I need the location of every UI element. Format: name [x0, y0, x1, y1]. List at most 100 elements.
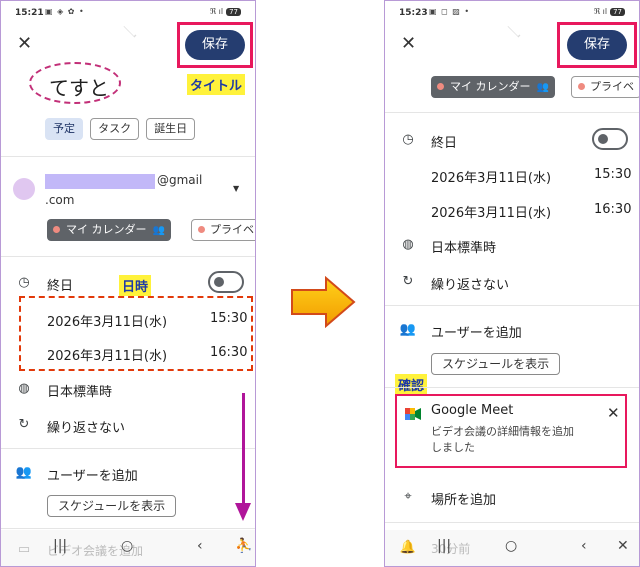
people-icon: 👥: [536, 82, 549, 93]
accessibility-icon[interactable]: ⛹: [235, 538, 252, 554]
people-icon: 👥: [152, 225, 165, 236]
chip-birthday[interactable]: 誕生日: [146, 118, 196, 140]
end-time[interactable]: 16:30: [210, 345, 247, 360]
nav-bar: ▭ ビデオ会議を追加 ||| ○ ‹ ⛹: [1, 530, 255, 566]
people-icon: 👥: [15, 465, 33, 480]
home-icon[interactable]: ○: [121, 538, 133, 554]
repeat-icon: ↻: [18, 417, 30, 432]
repeat-setting[interactable]: 繰り返さない: [47, 417, 125, 436]
end-time[interactable]: 16:30: [594, 202, 631, 217]
status-right: ℜ ıl 77: [210, 7, 241, 16]
start-time[interactable]: 15:30: [210, 311, 247, 326]
end-date[interactable]: 2026年3月11日(水): [47, 345, 167, 364]
all-day-toggle[interactable]: [208, 271, 244, 293]
bell-icon: 🔔: [399, 540, 417, 555]
divider: [1, 256, 255, 257]
start-time[interactable]: 15:30: [594, 167, 631, 182]
divider: [385, 522, 639, 523]
divider: [1, 448, 255, 449]
back-icon[interactable]: ‹: [581, 538, 587, 554]
after-screen: 15:23 ▣ ◻ ▨ • ℜ ıl 77 ✕ 保存 マイ カレンダー 👥 プライベ…: [384, 0, 640, 567]
show-schedule-button[interactable]: スケジュールを表示: [47, 495, 177, 517]
timezone[interactable]: 日本標準時: [47, 381, 112, 400]
signal-icon: ℜ ıl: [593, 7, 608, 16]
divider: [385, 112, 639, 113]
chip-task[interactable]: タスク: [90, 118, 140, 140]
toggle-knob: [214, 277, 224, 287]
transition-arrow: [291, 276, 356, 328]
all-day-toggle[interactable]: [592, 128, 628, 150]
location-icon: ⌖: [404, 489, 412, 504]
calendar-chip-private[interactable]: プライベ: [191, 219, 255, 241]
status-time: 15:21: [15, 8, 44, 18]
google-meet-card[interactable]: Google Meet ビデオ会議の詳細情報を追加しました ✕: [395, 394, 627, 468]
scroll-arrow: [242, 393, 245, 503]
recents-icon[interactable]: |||: [437, 538, 451, 554]
calendar-color-dot: [53, 226, 60, 233]
account-email-line2: .com: [45, 193, 75, 207]
meet-title: Google Meet: [431, 403, 514, 418]
meet-description: ビデオ会議の詳細情報を追加しました: [431, 425, 574, 454]
globe-icon: ◍: [18, 381, 30, 396]
all-day-label: 終日: [47, 279, 74, 294]
battery-icon: 77: [610, 8, 625, 16]
datetime-annotation: 日時: [119, 275, 152, 296]
calendar-chip-private[interactable]: プライベ: [571, 76, 639, 98]
nav-bar: 🔔 30分前 ||| ○ ‹ ✕: [385, 530, 639, 566]
save-button[interactable]: 保存: [567, 30, 627, 60]
calendar-chip-label: マイ カレンダー: [66, 223, 147, 236]
end-date[interactable]: 2026年3月11日(水): [431, 202, 551, 221]
signal-icon: ℜ ıl: [209, 7, 224, 16]
home-icon[interactable]: ○: [505, 538, 517, 554]
start-date[interactable]: 2026年3月11日(水): [47, 311, 167, 330]
close-icon[interactable]: ✕: [401, 35, 416, 53]
add-users[interactable]: ユーザーを追加: [47, 465, 138, 484]
sheet-handle[interactable]: [123, 24, 137, 38]
calendar-color-dot: [437, 83, 444, 90]
add-location[interactable]: 場所を追加: [431, 489, 496, 508]
close-icon[interactable]: ✕: [617, 538, 629, 554]
back-icon[interactable]: ‹: [197, 538, 203, 554]
save-button[interactable]: 保存: [185, 30, 245, 60]
event-title-input[interactable]: てすと: [49, 72, 109, 101]
status-icons: ▣ ◈ ✿ •: [45, 7, 85, 16]
confirm-annotation: 確認: [395, 374, 428, 395]
remove-meet-icon[interactable]: ✕: [607, 404, 620, 422]
chip-event[interactable]: 予定: [45, 118, 83, 140]
people-icon: 👥: [399, 322, 417, 337]
calendar-chip[interactable]: マイ カレンダー 👥: [431, 76, 555, 98]
calendar-chip-label: マイ カレンダー: [450, 80, 531, 93]
before-screen: 15:21 ▣ ◈ ✿ • ℜ ıl 77 ✕ 保存 てすと タイトル 予定 タス…: [0, 0, 256, 567]
calendar-chip[interactable]: マイ カレンダー 👥: [47, 219, 171, 241]
calendar-color-dot: [578, 83, 585, 90]
close-icon[interactable]: ✕: [17, 35, 32, 53]
title-annotation: タイトル: [187, 74, 246, 95]
show-schedule-button[interactable]: スケジュールを表示: [431, 353, 561, 375]
email-redaction: [45, 174, 155, 189]
divider: [1, 528, 255, 529]
calendar-chip2-label: プライベ: [210, 223, 254, 236]
video-icon: ▭: [17, 542, 31, 557]
recents-icon[interactable]: |||: [53, 538, 67, 554]
repeat-setting[interactable]: 繰り返さない: [431, 274, 509, 293]
toggle-knob: [598, 134, 608, 144]
start-date[interactable]: 2026年3月11日(水): [431, 167, 551, 186]
divider: [385, 387, 639, 388]
all-day-label: 終日: [431, 136, 458, 151]
calendar-color-dot: [198, 226, 205, 233]
add-users[interactable]: ユーザーを追加: [431, 322, 522, 341]
timezone[interactable]: 日本標準時: [431, 237, 496, 256]
sheet-handle[interactable]: [507, 24, 521, 38]
clock-icon: ◷: [18, 275, 30, 290]
globe-icon: ◍: [402, 237, 414, 252]
calendar-chip2-label: プライベ: [590, 80, 634, 93]
google-meet-icon: [405, 408, 421, 420]
divider: [385, 305, 639, 306]
divider: [1, 156, 255, 157]
chevron-down-icon[interactable]: ▼: [233, 184, 239, 193]
event-type-chips: 予定 タスク 誕生日: [45, 117, 197, 140]
avatar: [13, 178, 35, 200]
clock-icon: ◷: [402, 132, 414, 147]
battery-icon: 77: [226, 8, 241, 16]
status-right: ℜ ıl 77: [594, 7, 625, 16]
